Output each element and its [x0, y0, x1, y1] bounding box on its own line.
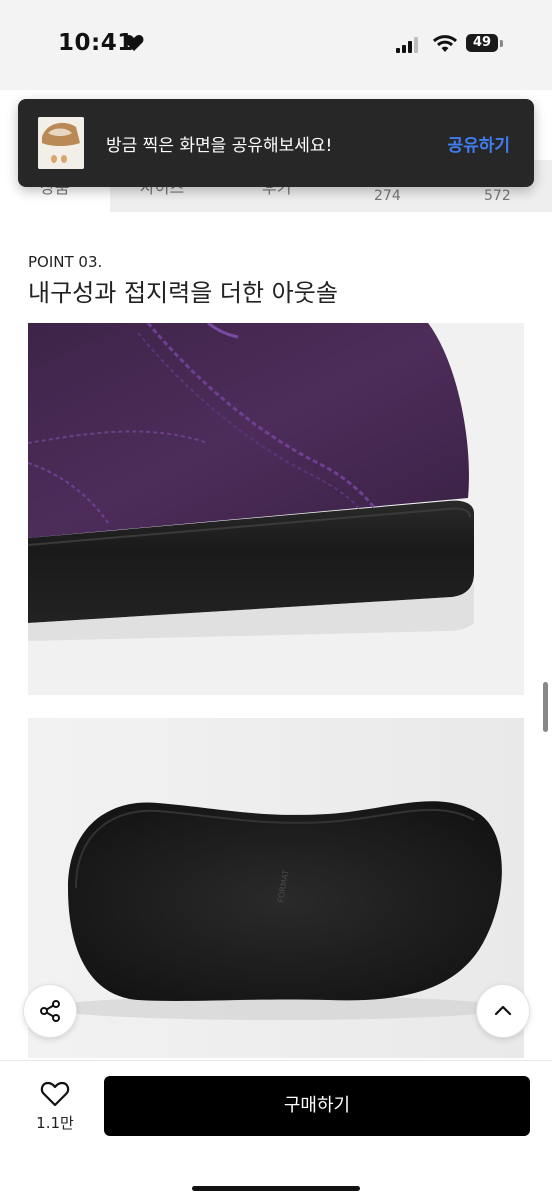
point-label: POINT 03. — [28, 253, 103, 271]
toast-share-button[interactable]: 공유하기 — [447, 131, 510, 156]
battery-tip — [500, 40, 503, 47]
product-photo-sole-closeup — [28, 323, 524, 695]
heart-outline-icon[interactable] — [40, 1080, 70, 1107]
buy-button[interactable]: 구매하기 — [104, 1076, 530, 1136]
page-scrollbar[interactable] — [543, 682, 548, 732]
status-bar: 10:41 49 — [0, 0, 552, 90]
product-photo-outsole-bottom: FORMAT — [28, 718, 524, 1058]
tab-inquiry-count: 572 — [484, 188, 511, 204]
battery-indicator: 49 — [466, 34, 504, 54]
share-button[interactable] — [23, 984, 77, 1038]
toast-message: 방금 찍은 화면을 공유해보세요! — [106, 136, 333, 156]
heart-status-icon — [124, 35, 144, 51]
home-indicator — [192, 1186, 360, 1191]
section-title: 내구성과 접지력을 더한 아웃솔 — [28, 279, 338, 307]
tab-review-count: 274 — [374, 188, 401, 204]
screenshot-share-toast: 방금 찍은 화면을 공유해보세요! 공유하기 — [18, 99, 534, 187]
cellular-signal-icon — [396, 37, 418, 53]
chevron-up-icon — [494, 1005, 512, 1016]
screenshot-thumbnail[interactable] — [38, 117, 84, 169]
wifi-icon — [432, 35, 458, 52]
battery-level: 49 — [466, 34, 498, 52]
share-icon — [40, 1000, 60, 1022]
status-time: 10:41 — [58, 30, 134, 56]
scroll-to-top-button[interactable] — [476, 984, 530, 1038]
like-count: 1.1만 — [36, 1114, 74, 1132]
